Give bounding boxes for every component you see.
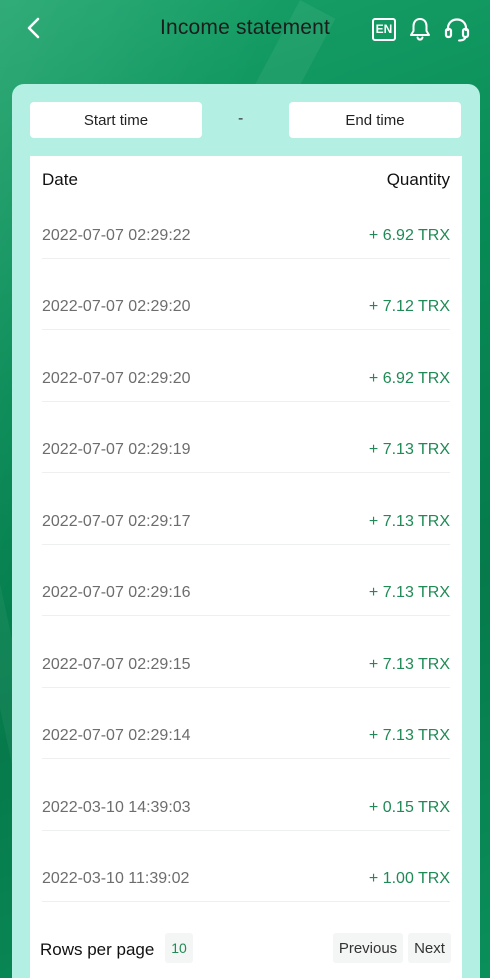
table-row: 2022-07-07 02:29:14 + 7.13 TRX (42, 718, 450, 759)
row-quantity: + 7.13 TRX (368, 441, 450, 458)
support-button[interactable] (442, 14, 472, 44)
notifications-button[interactable] (405, 14, 435, 44)
top-app-bar: Income statement EN (0, 0, 490, 60)
table-row: 2022-07-07 02:29:16 + 7.13 TRX (42, 575, 450, 616)
row-date: 2022-07-07 02:29:15 (42, 656, 191, 673)
end-time-picker[interactable]: End time (289, 102, 461, 138)
table-row: 2022-03-10 11:39:02 + 1.00 TRX (42, 861, 450, 902)
headset-icon (444, 18, 470, 42)
row-date: 2022-03-10 14:39:03 (42, 799, 191, 816)
row-date: 2022-07-07 02:29:22 (42, 227, 191, 244)
row-date: 2022-07-07 02:29:20 (42, 298, 191, 315)
next-page-button[interactable]: Next (408, 933, 451, 963)
table-row: 2022-07-07 02:29:17 + 7.13 TRX (42, 504, 450, 545)
pagination-bar: Rows per page 10 Previous Next (30, 924, 462, 978)
row-quantity: + 7.13 TRX (368, 656, 450, 673)
language-icon: EN (372, 17, 396, 41)
date-range-separator: - (238, 110, 244, 127)
row-date: 2022-07-07 02:29:17 (42, 513, 191, 530)
table-row: 2022-03-10 14:39:03 + 0.15 TRX (42, 790, 450, 831)
row-date: 2022-07-07 02:29:16 (42, 584, 191, 601)
rows-per-page-label: Rows per page (40, 940, 155, 959)
row-quantity: + 7.13 TRX (368, 513, 450, 530)
language-button[interactable]: EN (369, 14, 399, 44)
previous-page-button[interactable]: Previous (333, 933, 403, 963)
table-row: 2022-07-07 02:29:22 + 6.92 TRX (42, 218, 450, 259)
table-row: 2022-07-07 02:29:20 + 7.12 TRX (42, 289, 450, 330)
table-row: 2022-07-07 02:29:15 + 7.13 TRX (42, 647, 450, 688)
bell-icon (410, 18, 430, 41)
income-table: Date Quantity 2022-07-07 02:29:22 + 6.92… (30, 156, 462, 978)
row-quantity: + 7.13 TRX (368, 727, 450, 744)
income-card: Start time - End time Date Quantity 2022… (12, 84, 480, 978)
row-quantity: + 0.15 TRX (368, 799, 450, 816)
rows-per-page-select[interactable]: 10 (165, 933, 193, 963)
row-date: 2022-07-07 02:29:20 (42, 370, 191, 387)
row-date: 2022-03-10 11:39:02 (42, 870, 190, 887)
column-header-date: Date (42, 170, 78, 189)
row-quantity: + 6.92 TRX (368, 370, 450, 387)
row-date: 2022-07-07 02:29:19 (42, 441, 191, 458)
row-quantity: + 6.92 TRX (368, 227, 450, 244)
table-row: 2022-07-07 02:29:20 + 6.92 TRX (42, 361, 450, 402)
start-time-picker[interactable]: Start time (30, 102, 202, 138)
table-row: 2022-07-07 02:29:19 + 7.13 TRX (42, 432, 450, 473)
row-quantity: + 1.00 TRX (368, 870, 450, 887)
row-quantity: + 7.12 TRX (368, 298, 450, 315)
row-quantity: + 7.13 TRX (368, 584, 450, 601)
row-date: 2022-07-07 02:29:14 (42, 727, 191, 744)
column-header-quantity: Quantity (386, 170, 450, 189)
